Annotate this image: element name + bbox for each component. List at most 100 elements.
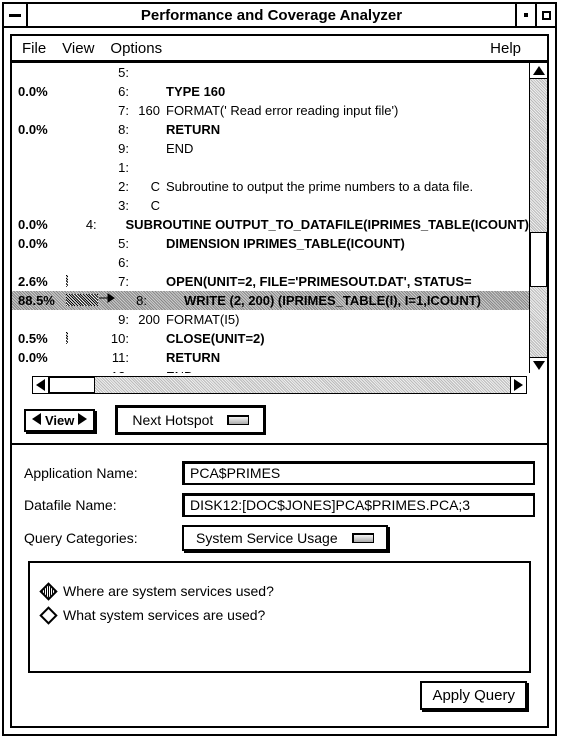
scroll-left-icon[interactable] <box>33 377 49 393</box>
query-option-1[interactable]: Where are system services used? <box>42 583 517 599</box>
view-nav: View <box>24 409 95 432</box>
code-row[interactable]: 2.6%7:OPEN(UNIT=2, FILE='PRIMESOUT.DAT',… <box>12 272 529 291</box>
coverage-bar <box>66 234 98 253</box>
coverage-bar <box>66 158 98 177</box>
scroll-right-icon[interactable] <box>510 377 526 393</box>
statement-label: C <box>132 177 166 196</box>
next-hotspot-label: Next Hotspot <box>132 412 213 428</box>
horizontal-scrollbar[interactable] <box>32 376 527 394</box>
line-number: 6: <box>98 82 132 101</box>
code-row[interactable]: 7:160FORMAT(' Read error reading input f… <box>12 101 529 120</box>
code-row[interactable]: 9:200FORMAT(I5) <box>12 310 529 329</box>
client-area: File View Options Help 5:0.0%6:TYPE 1607… <box>10 34 549 728</box>
application-name-label: Application Name: <box>24 465 174 481</box>
source-text: WRITE (2, 200) (IPRIMES_TABLE(I), I=1,IC… <box>184 291 529 310</box>
coverage-percent <box>18 63 66 82</box>
source-text: Subroutine to output the prime numbers t… <box>166 177 529 196</box>
coverage-percent <box>18 158 66 177</box>
query-option-2-label: What system services are used? <box>63 607 265 623</box>
source-text: END <box>166 367 529 373</box>
apply-query-button[interactable]: Apply Query <box>420 681 527 710</box>
code-row[interactable]: 88.5%8:WRITE (2, 200) (IPRIMES_TABLE(I),… <box>12 291 529 310</box>
coverage-bar <box>66 139 98 158</box>
view-next-icon[interactable] <box>78 413 87 428</box>
query-option-2[interactable]: What system services are used? <box>42 607 517 623</box>
code-row[interactable]: 0.0%6:TYPE 160 <box>12 82 529 101</box>
source-text <box>166 253 529 272</box>
menu-view[interactable]: View <box>62 40 94 57</box>
coverage-bar <box>66 253 98 272</box>
coverage-percent: 0.0% <box>18 82 66 101</box>
scroll-up-icon[interactable] <box>530 63 547 79</box>
menu-options[interactable]: Options <box>110 40 162 57</box>
code-row[interactable]: 1: <box>12 158 529 177</box>
source-text: DIMENSION IPRIMES_TABLE(ICOUNT) <box>166 234 529 253</box>
line-number: 5: <box>98 63 132 82</box>
system-menu-icon[interactable] <box>4 4 28 26</box>
source-text: END <box>166 139 529 158</box>
code-row[interactable]: 9:END <box>12 139 529 158</box>
scroll-thumb[interactable] <box>530 232 547 288</box>
application-name-field[interactable]: PCA$PRIMES <box>182 461 535 485</box>
hotspot-pointer-icon <box>98 291 116 310</box>
statement-label <box>132 329 166 348</box>
line-number: 8: <box>116 291 150 310</box>
coverage-percent <box>18 253 66 272</box>
statement-label <box>132 120 166 139</box>
query-categories-dropdown[interactable]: System Service Usage <box>182 525 388 551</box>
code-row[interactable]: 2:CSubroutine to output the prime number… <box>12 177 529 196</box>
coverage-percent <box>18 101 66 120</box>
maximize-button[interactable] <box>535 4 555 26</box>
line-number: 3: <box>98 196 132 215</box>
datafile-name-field[interactable]: DISK12:[DOC$JONES]PCA$PRIMES.PCA;3 <box>182 493 535 517</box>
statement-label <box>132 63 166 82</box>
code-row[interactable]: 5: <box>12 63 529 82</box>
hscroll-thumb[interactable] <box>49 377 95 393</box>
line-number: 5: <box>98 234 132 253</box>
source-text: FORMAT(I5) <box>166 310 529 329</box>
statement-label <box>132 272 166 291</box>
diamond-unselected-icon <box>39 606 57 624</box>
code-row[interactable]: 0.0%11:RETURN <box>12 348 529 367</box>
scroll-track[interactable] <box>530 79 547 357</box>
line-number: 6: <box>98 253 132 272</box>
coverage-percent: 0.5% <box>18 329 66 348</box>
statement-label: 200 <box>132 310 166 329</box>
navigation-row: View Next Hotspot <box>12 397 547 445</box>
statement-label <box>132 348 166 367</box>
code-row[interactable]: 12:END <box>12 367 529 373</box>
coverage-percent: 0.0% <box>18 348 66 367</box>
source-text: SUBROUTINE OUTPUT_TO_DATAFILE(IPRIMES_TA… <box>126 215 529 234</box>
coverage-percent: 2.6% <box>18 272 66 291</box>
view-prev-icon[interactable] <box>32 413 41 428</box>
code-row[interactable]: 0.5%10:CLOSE(UNIT=2) <box>12 329 529 348</box>
apply-query-label: Apply Query <box>432 687 515 704</box>
coverage-percent <box>18 310 66 329</box>
statement-label <box>132 367 166 373</box>
vertical-scrollbar[interactable] <box>529 63 547 373</box>
code-row[interactable]: 0.0%8:RETURN <box>12 120 529 139</box>
query-option-1-label: Where are system services used? <box>63 583 274 599</box>
statement-label <box>132 253 166 272</box>
coverage-percent <box>18 196 66 215</box>
line-number: 2: <box>98 177 132 196</box>
coverage-percent <box>18 139 66 158</box>
statement-label <box>132 139 166 158</box>
option-indicator-icon <box>227 415 249 425</box>
titlebar: Performance and Coverage Analyzer <box>4 4 555 28</box>
code-row[interactable]: 0.0%5:DIMENSION IPRIMES_TABLE(ICOUNT) <box>12 234 529 253</box>
scroll-down-icon[interactable] <box>530 357 547 373</box>
line-number: 7: <box>98 272 132 291</box>
diamond-selected-icon <box>39 582 57 600</box>
statement-label <box>100 215 126 234</box>
code-row[interactable]: 6: <box>12 253 529 272</box>
coverage-bar <box>66 120 98 139</box>
code-row[interactable]: 0.0%4:SUBROUTINE OUTPUT_TO_DATAFILE(IPRI… <box>12 215 529 234</box>
coverage-percent <box>18 367 66 373</box>
next-hotspot-button[interactable]: Next Hotspot <box>115 405 266 435</box>
minimize-button[interactable] <box>515 4 535 26</box>
coverage-bar <box>66 177 98 196</box>
menu-file[interactable]: File <box>22 40 46 57</box>
code-row[interactable]: 3:C <box>12 196 529 215</box>
menu-help[interactable]: Help <box>490 40 521 57</box>
